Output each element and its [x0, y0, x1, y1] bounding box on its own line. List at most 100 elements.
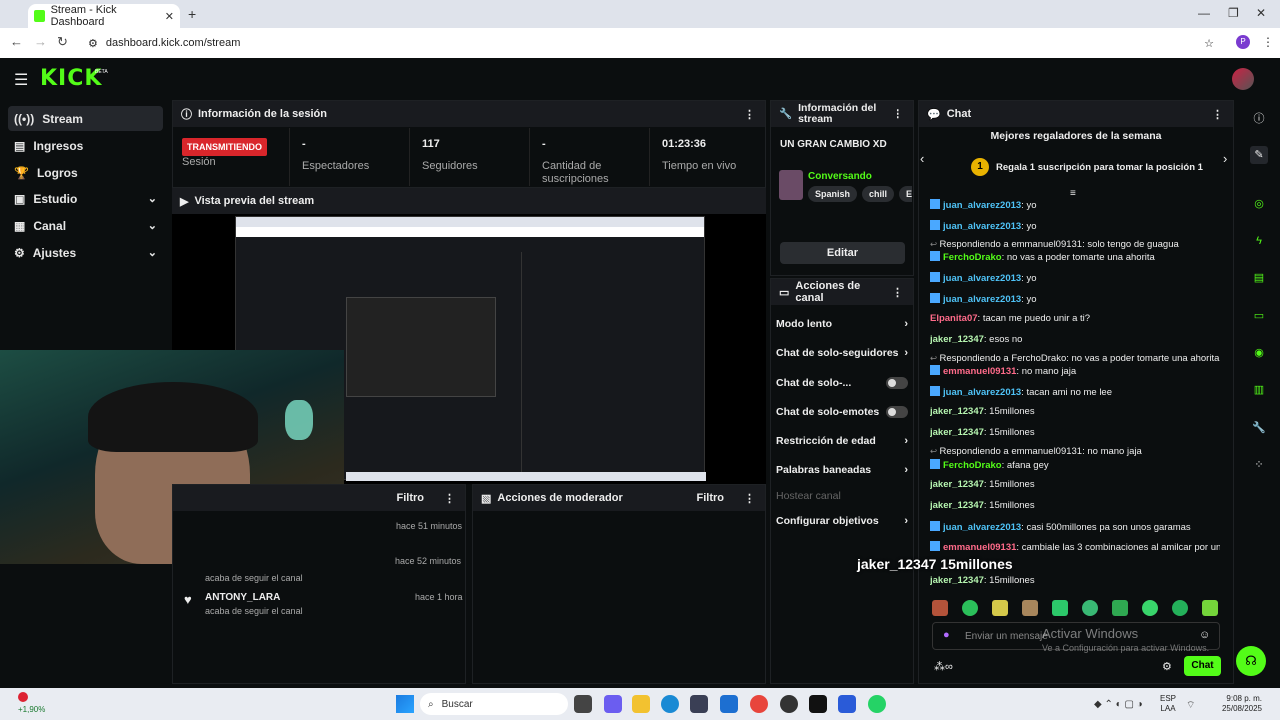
chat-settings-icon[interactable]: ⚙	[1162, 660, 1172, 673]
sidebar-item-canal[interactable]: ▦ Canal ⌄	[8, 213, 163, 238]
more-options-icon[interactable]: ⋮	[744, 108, 755, 121]
emotes-only-toggle[interactable]	[886, 406, 908, 418]
menu-icon[interactable]: ☰	[14, 70, 28, 90]
close-window-button[interactable]: ✕	[1256, 6, 1266, 20]
chat-bubble-icon[interactable]: ▭	[1250, 307, 1268, 325]
store-icon[interactable]	[720, 695, 738, 713]
profile-avatar[interactable]: P	[1236, 35, 1250, 49]
filter-button[interactable]: Filtro	[697, 492, 725, 504]
chat-username[interactable]: jaker_12347	[930, 334, 984, 345]
chevron-right-icon[interactable]: ›	[1223, 151, 1227, 166]
browser-tab[interactable]: Stream - Kick Dashboard ✕	[28, 4, 180, 28]
emote[interactable]	[1112, 600, 1128, 616]
whatsapp-icon[interactable]	[868, 695, 886, 713]
reload-icon[interactable]: ↻	[57, 34, 68, 50]
chat-username[interactable]: emmanuel09131	[943, 542, 1016, 553]
emote[interactable]	[1082, 600, 1098, 616]
emote[interactable]	[1172, 600, 1188, 616]
wrench-icon[interactable]: 🔧	[1250, 419, 1268, 437]
back-icon[interactable]: ←	[10, 34, 23, 49]
chat-username[interactable]: juan_alvarez2013	[943, 294, 1021, 305]
chat-username[interactable]: jaker_12347	[930, 479, 984, 490]
sidebar-item-ajustes[interactable]: ⚙ Ajustes ⌄	[8, 240, 163, 265]
emote[interactable]	[1202, 600, 1218, 616]
sidebar-item-ingresos[interactable]: ▤ Ingresos	[8, 133, 163, 158]
send-chat-button[interactable]: Chat	[1184, 656, 1221, 676]
more-options-icon[interactable]: ⋮	[892, 286, 903, 299]
app-icon[interactable]	[838, 695, 856, 713]
filter-button[interactable]: Filtro	[397, 492, 425, 504]
emote[interactable]	[932, 600, 948, 616]
emote[interactable]	[992, 600, 1008, 616]
url-field[interactable]: ⚙ dashboard.kick.com/stream ☆	[88, 33, 1228, 53]
file-explorer-icon[interactable]	[632, 695, 650, 713]
chat-username[interactable]: juan_alvarez2013	[943, 522, 1021, 533]
language-indicator[interactable]: ESP LAA	[1160, 694, 1176, 714]
pencil-icon[interactable]: ✎	[1250, 146, 1268, 164]
emote[interactable]	[1022, 600, 1038, 616]
chat-username[interactable]: juan_alvarez2013	[943, 200, 1021, 211]
category-name[interactable]: Conversando	[808, 171, 872, 182]
obs-icon[interactable]	[780, 695, 798, 713]
user-avatar[interactable]	[1232, 68, 1254, 90]
minimize-button[interactable]: —	[1198, 6, 1210, 20]
emotes-only-item[interactable]: Chat de solo-emotes	[776, 406, 908, 418]
mic-icon[interactable]: ●	[943, 629, 950, 641]
sidebar-item-logros[interactable]: 🏆 Logros	[8, 160, 163, 185]
layout-icon[interactable]: ▥	[1250, 381, 1268, 399]
followers-only-item[interactable]: Chat de solo-seguidores ›	[776, 347, 908, 359]
more-options-icon[interactable]: ⋮	[893, 108, 904, 120]
info-icon[interactable]: ⓘ	[1250, 110, 1268, 128]
slow-mode-item[interactable]: Modo lento ›	[776, 318, 908, 330]
edge-icon[interactable]	[661, 695, 679, 713]
more-options-icon[interactable]: ⋮	[1212, 108, 1223, 121]
browser-menu-icon[interactable]: ⋮	[1262, 35, 1274, 49]
emote[interactable]	[962, 600, 978, 616]
chat-username[interactable]: jaker_12347	[930, 575, 984, 586]
copilot-icon[interactable]	[604, 695, 622, 713]
tiktok-icon[interactable]	[809, 695, 827, 713]
chrome-icon[interactable]	[750, 695, 768, 713]
maximize-button[interactable]: ❐	[1228, 6, 1239, 20]
weather-icon[interactable]	[18, 692, 28, 702]
task-view-icon[interactable]	[574, 695, 592, 713]
clipboard-icon[interactable]: ▤	[1250, 269, 1268, 287]
emoji-icon[interactable]: ☺	[1199, 629, 1210, 641]
target-icon[interactable]: ◎	[1250, 195, 1268, 213]
age-restriction-item[interactable]: Restricción de edad ›	[776, 435, 908, 447]
chat-username[interactable]: emmanuel09131	[943, 366, 1016, 377]
points-icon[interactable]: ⁂∞	[934, 660, 953, 673]
banned-words-item[interactable]: Palabras baneadas ›	[776, 464, 908, 476]
forward-icon[interactable]: →	[34, 34, 47, 49]
chevron-left-icon[interactable]: ‹	[920, 151, 924, 166]
edit-button[interactable]: Editar	[780, 242, 905, 264]
chat-username[interactable]: juan_alvarez2013	[943, 221, 1021, 232]
chat-username[interactable]: jaker_12347	[930, 427, 984, 438]
network-icon[interactable]: ⌔	[1186, 699, 1195, 712]
subscribers-only-toggle[interactable]	[886, 377, 908, 389]
clock[interactable]: 9:08 p. m. 25/08/2025	[1206, 694, 1262, 714]
more-tools-icon[interactable]: ⁘	[1250, 456, 1268, 474]
chat-username[interactable]: juan_alvarez2013	[943, 273, 1021, 284]
chat-username[interactable]: jaker_12347	[930, 500, 984, 511]
app-icon[interactable]	[690, 695, 708, 713]
chat-username[interactable]: Elpanita07	[930, 313, 978, 324]
windows-start-icon[interactable]	[396, 695, 414, 713]
help-icon[interactable]: ☊	[1236, 646, 1266, 676]
bookmark-star-icon[interactable]: ☆	[1204, 37, 1214, 50]
chat-username[interactable]: jaker_12347	[930, 406, 984, 417]
broadcast-icon[interactable]: ◉	[1250, 344, 1268, 362]
system-tray-icons[interactable]: ◆ ⌃ ◐ ▢ ◑	[1094, 699, 1143, 710]
subscribers-only-item[interactable]: Chat de solo-...	[776, 377, 908, 389]
sidebar-item-estudio[interactable]: ▣ Estudio ⌄	[8, 186, 163, 211]
chat-username[interactable]: juan_alvarez2013	[943, 387, 1021, 398]
lightning-icon[interactable]: ϟ	[1250, 232, 1268, 250]
more-options-icon[interactable]: ⋮	[444, 492, 455, 505]
more-options-icon[interactable]: ⋮	[744, 492, 755, 505]
chat-username[interactable]: FerchoDrako	[943, 460, 1002, 471]
emote[interactable]	[1142, 600, 1158, 616]
emote[interactable]	[1052, 600, 1068, 616]
sidebar-item-stream[interactable]: ((•)) Stream	[8, 106, 163, 131]
gift-cta[interactable]: Regala 1 suscripción para tomar la posic…	[996, 162, 1203, 173]
configure-goals-item[interactable]: Configurar objetivos ›	[776, 515, 908, 527]
